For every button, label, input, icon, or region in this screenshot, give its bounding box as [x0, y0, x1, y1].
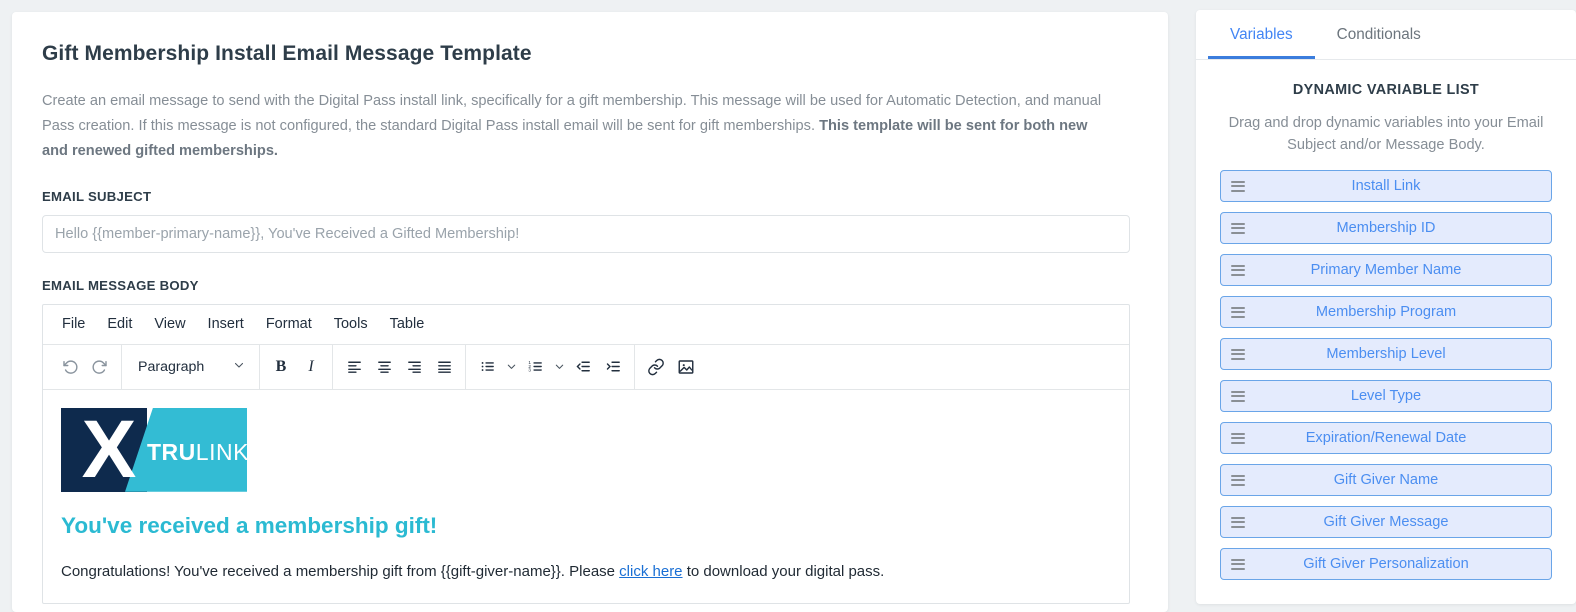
email-subject-label: EMAIL SUBJECT	[42, 188, 152, 204]
variable-label: Membership Level	[1326, 346, 1446, 362]
bullet-list-chevron-down-icon[interactable]	[502, 352, 520, 382]
click-here-link[interactable]: click here	[619, 563, 682, 580]
logo-word-tru: TRU	[147, 438, 196, 465]
drag-handle-icon[interactable]	[1221, 180, 1255, 192]
drag-handle-icon[interactable]	[1221, 558, 1255, 570]
variable-pill-install-link[interactable]: Install Link	[1220, 170, 1552, 202]
tab-variables[interactable]: Variables	[1208, 11, 1315, 59]
variable-label: Membership Program	[1315, 304, 1457, 320]
variable-pill-expiration-renewal-date[interactable]: Expiration/Renewal Date	[1220, 422, 1552, 454]
menu-format[interactable]: Format	[255, 312, 323, 336]
svg-text:3: 3	[528, 368, 531, 373]
email-template-card: Gift Membership Install Email Message Te…	[12, 12, 1168, 612]
variable-label: Membership ID	[1336, 220, 1436, 236]
drag-handle-icon[interactable]	[1221, 264, 1255, 276]
variables-sidebar: Variables Conditionals DYNAMIC VARIABLE …	[1196, 10, 1576, 604]
rich-text-editor: File Edit View Insert Format Tools Table	[42, 303, 1130, 604]
page-title: Gift Membership Install Email Message Te…	[42, 42, 532, 65]
variable-list: Install Link Membership ID Primary Membe…	[1220, 170, 1552, 580]
drag-handle-icon[interactable]	[1221, 348, 1255, 360]
menu-view[interactable]: View	[143, 312, 196, 336]
dynamic-variable-list-title: DYNAMIC VARIABLE LIST	[1292, 82, 1480, 98]
drag-handle-icon[interactable]	[1221, 474, 1255, 486]
drag-handle-icon[interactable]	[1221, 390, 1255, 402]
email-body-paragraph: Congratulations! You've received a membe…	[61, 561, 1111, 583]
sidebar-tabs: Variables Conditionals	[1196, 10, 1576, 60]
variable-pill-gift-giver-message[interactable]: Gift Giver Message	[1220, 506, 1552, 538]
toolbar-group-insert	[635, 344, 707, 389]
numbered-list-icon[interactable]: 1 2 3	[520, 352, 550, 382]
toolbar-group-alignment	[333, 344, 466, 390]
page-description: Create an email message to send with the…	[42, 89, 1112, 163]
variable-pill-level-type[interactable]: Level Type	[1220, 380, 1552, 412]
italic-icon[interactable]: I	[296, 352, 326, 382]
link-icon[interactable]	[641, 352, 671, 382]
align-left-icon[interactable]	[339, 352, 369, 382]
dynamic-variable-list-description: Drag and drop dynamic variables into you…	[1228, 115, 1544, 153]
logo-x-mark: X	[81, 407, 137, 492]
editor-toolbar: Paragraph B I 1 2 3	[43, 344, 1129, 390]
paragraph-format-value: Paragraph	[138, 358, 205, 375]
editor-content-area[interactable]: X TRULINK You've received a membership g…	[43, 390, 1129, 603]
variable-pill-membership-level[interactable]: Membership Level	[1220, 338, 1552, 370]
menu-edit[interactable]: Edit	[96, 312, 143, 336]
toolbar-group-lists: 1 2 3	[466, 344, 635, 390]
align-justify-icon[interactable]	[429, 352, 459, 382]
redo-icon[interactable]	[85, 352, 115, 382]
align-right-icon[interactable]	[399, 352, 429, 382]
drag-handle-icon[interactable]	[1221, 306, 1255, 318]
bold-icon[interactable]: B	[266, 352, 296, 382]
toolbar-group-format-select: Paragraph	[122, 344, 260, 390]
toolbar-group-history	[49, 344, 122, 390]
menu-tools[interactable]: Tools	[323, 312, 379, 336]
image-icon[interactable]	[671, 352, 701, 382]
variable-pill-membership-program[interactable]: Membership Program	[1220, 296, 1552, 328]
paragraph-text-after-link: to download your digital pass.	[682, 562, 885, 580]
menu-file[interactable]: File	[51, 312, 96, 336]
tab-conditionals[interactable]: Conditionals	[1315, 11, 1443, 59]
drag-handle-icon[interactable]	[1221, 432, 1255, 444]
paragraph-format-select[interactable]: Paragraph	[128, 352, 253, 382]
trulink-logo: X TRULINK	[61, 407, 247, 492]
undo-icon[interactable]	[55, 352, 85, 382]
paragraph-text-before-link: Congratulations! You've received a membe…	[61, 562, 620, 580]
bullet-list-icon[interactable]	[472, 352, 502, 382]
align-center-icon[interactable]	[369, 352, 399, 382]
toolbar-group-styles: B I	[260, 344, 333, 390]
variable-label: Expiration/Renewal Date	[1305, 430, 1467, 446]
editor-menubar: File Edit View Insert Format Tools Table	[43, 305, 1129, 345]
numbered-list-chevron-down-icon[interactable]	[550, 352, 568, 382]
variable-label: Gift Giver Message	[1323, 514, 1449, 530]
indent-icon[interactable]	[598, 352, 628, 382]
variable-label: Install Link	[1351, 178, 1421, 194]
menu-table[interactable]: Table	[379, 312, 436, 336]
variable-label: Level Type	[1350, 388, 1422, 404]
email-body-label: EMAIL MESSAGE BODY	[42, 277, 199, 293]
variable-pill-gift-giver-personalization[interactable]: Gift Giver Personalization	[1220, 548, 1552, 580]
logo-wordmark: TRULINK	[147, 439, 247, 466]
outdent-icon[interactable]	[568, 352, 598, 382]
variable-pill-gift-giver-name[interactable]: Gift Giver Name	[1220, 464, 1552, 496]
drag-handle-icon[interactable]	[1221, 222, 1255, 234]
sidebar-content: DYNAMIC VARIABLE LIST Drag and drop dyna…	[1196, 60, 1576, 604]
menu-insert[interactable]: Insert	[197, 312, 255, 336]
variable-label: Gift Giver Personalization	[1303, 556, 1469, 572]
variable-pill-primary-member-name[interactable]: Primary Member Name	[1220, 254, 1552, 286]
email-subject-input[interactable]	[42, 214, 1130, 253]
variable-label: Primary Member Name	[1310, 262, 1462, 278]
drag-handle-icon[interactable]	[1221, 516, 1255, 528]
variable-label: Gift Giver Name	[1333, 472, 1439, 488]
email-body-heading: You've received a membership gift!	[61, 512, 438, 538]
logo-word-link: LINK	[195, 438, 247, 465]
chevron-down-icon	[233, 359, 245, 375]
variable-pill-membership-id[interactable]: Membership ID	[1220, 212, 1552, 244]
app-root: Gift Membership Install Email Message Te…	[0, 0, 1576, 612]
